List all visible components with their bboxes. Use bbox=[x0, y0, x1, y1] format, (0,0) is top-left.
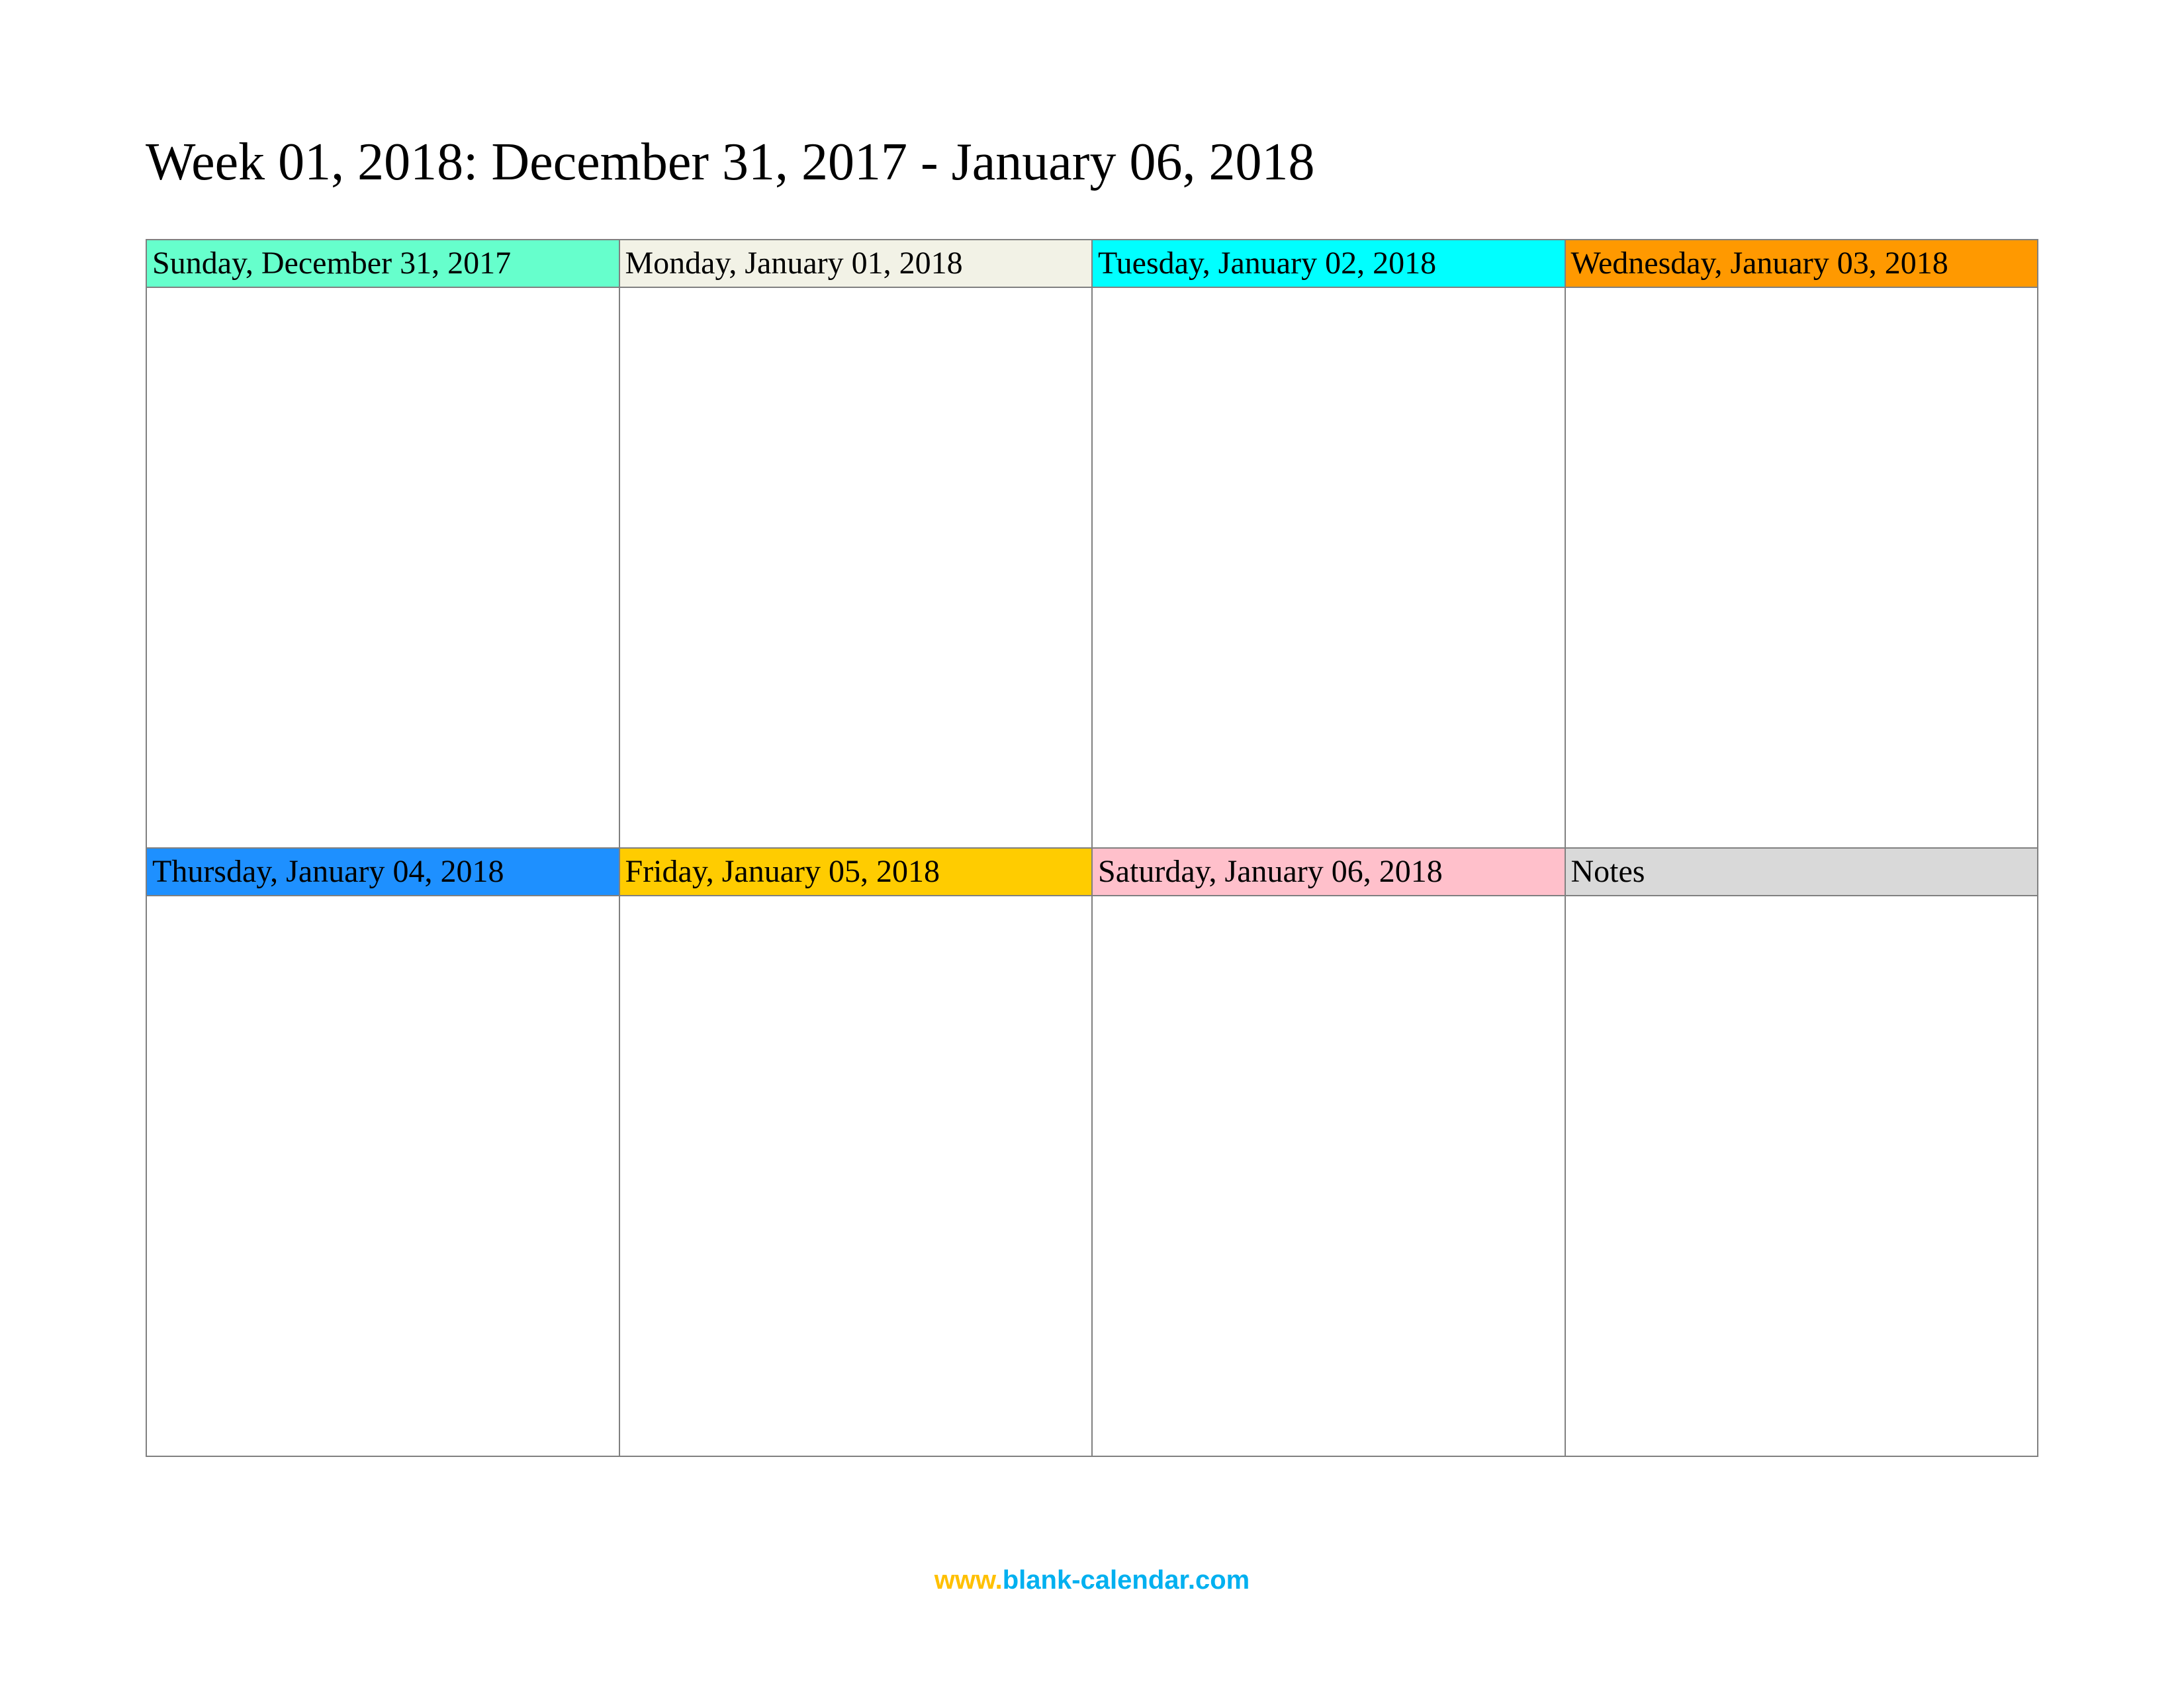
day-header-friday: Friday, January 05, 2018 bbox=[619, 848, 1093, 896]
day-body-notes[interactable] bbox=[1565, 896, 2038, 1456]
day-body-tuesday[interactable] bbox=[1092, 287, 1565, 848]
day-header-notes: Notes bbox=[1565, 848, 2038, 896]
day-body-friday[interactable] bbox=[619, 896, 1093, 1456]
day-header-wednesday: Wednesday, January 03, 2018 bbox=[1565, 240, 2038, 287]
day-header-sunday: Sunday, December 31, 2017 bbox=[146, 240, 619, 287]
day-body-thursday[interactable] bbox=[146, 896, 619, 1456]
day-header-monday: Monday, January 01, 2018 bbox=[619, 240, 1093, 287]
week-grid: Sunday, December 31, 2017 Monday, Januar… bbox=[146, 239, 2038, 1457]
day-body-saturday[interactable] bbox=[1092, 896, 1565, 1456]
footer-www: www. bbox=[934, 1566, 1003, 1595]
day-body-sunday[interactable] bbox=[146, 287, 619, 848]
calendar-page: Week 01, 2018: December 31, 2017 - Janua… bbox=[146, 132, 2038, 1457]
day-header-tuesday: Tuesday, January 02, 2018 bbox=[1092, 240, 1565, 287]
day-body-wednesday[interactable] bbox=[1565, 287, 2038, 848]
day-header-thursday: Thursday, January 04, 2018 bbox=[146, 848, 619, 896]
day-header-saturday: Saturday, January 06, 2018 bbox=[1092, 848, 1565, 896]
day-body-monday[interactable] bbox=[619, 287, 1093, 848]
page-title: Week 01, 2018: December 31, 2017 - Janua… bbox=[146, 132, 2038, 193]
footer-link[interactable]: www.blank-calendar.com bbox=[0, 1566, 2184, 1595]
footer-domain: blank-calendar.com bbox=[1003, 1566, 1250, 1595]
